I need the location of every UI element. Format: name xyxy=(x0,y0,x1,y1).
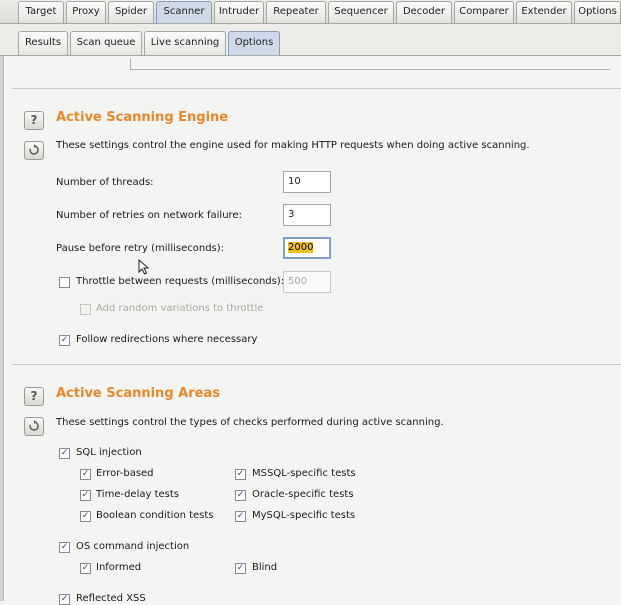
subtab-live-scanning[interactable]: Live scanning xyxy=(144,31,226,55)
engine-help-icon[interactable]: ? xyxy=(24,111,44,130)
threads-label: Number of threads: xyxy=(56,177,154,188)
engine-restore-defaults-icon[interactable] xyxy=(24,141,44,160)
tab-extender[interactable]: Extender xyxy=(516,1,572,23)
tab-intruder[interactable]: Intruder xyxy=(214,1,264,23)
areas-section-title: Active Scanning Areas xyxy=(56,386,220,401)
error-based-checkbox[interactable]: ✓ xyxy=(80,469,91,480)
tab-scanner[interactable]: Scanner xyxy=(156,1,212,23)
areas-description: These settings control the types of chec… xyxy=(56,417,444,428)
tab-sequencer[interactable]: Sequencer xyxy=(328,1,394,23)
boolean-condition-label: Boolean condition tests xyxy=(96,510,214,521)
oracle-label: Oracle-specific tests xyxy=(252,489,354,500)
retries-input[interactable]: 3 xyxy=(283,204,331,226)
engine-section-title: Active Scanning Engine xyxy=(56,110,229,125)
subtab-options[interactable]: Options xyxy=(228,31,280,55)
follow-redirections-checkbox[interactable]: ✓ xyxy=(59,335,70,346)
tab-target[interactable]: Target xyxy=(18,1,64,23)
previous-section-edge xyxy=(130,58,610,70)
mysql-label: MySQL-specific tests xyxy=(252,510,356,521)
time-delay-label: Time-delay tests xyxy=(96,489,179,500)
subtab-results[interactable]: Results xyxy=(18,31,68,55)
boolean-condition-checkbox[interactable]: ✓ xyxy=(80,511,91,522)
mssql-label: MSSQL-specific tests xyxy=(252,468,356,479)
blind-checkbox[interactable]: ✓ xyxy=(235,563,246,574)
window-edge xyxy=(0,56,4,601)
os-command-label: OS command injection xyxy=(76,541,190,552)
reflected-xss-label: Reflected XSS xyxy=(76,593,146,604)
mssql-checkbox[interactable]: ✓ xyxy=(235,469,246,480)
os-command-checkbox[interactable]: ✓ xyxy=(59,542,70,553)
time-delay-checkbox[interactable]: ✓ xyxy=(80,490,91,501)
section-divider xyxy=(12,88,621,89)
pause-input[interactable]: 2000 xyxy=(283,237,331,259)
main-tab-bar: Target Proxy Spider Scanner Intruder Rep… xyxy=(0,0,621,24)
random-variations-label: Add random variations to throttle xyxy=(96,303,264,314)
section-divider xyxy=(12,364,621,365)
sql-injection-label: SQL injection xyxy=(76,447,142,458)
scanner-sub-tab-bar: Results Scan queue Live scanning Options xyxy=(0,24,621,56)
error-based-label: Error-based xyxy=(96,468,154,479)
random-variations-checkbox[interactable] xyxy=(80,304,91,315)
tab-options[interactable]: Options xyxy=(574,1,621,23)
sql-injection-checkbox[interactable]: ✓ xyxy=(59,448,70,459)
pause-label: Pause before retry (milliseconds): xyxy=(56,243,225,254)
throttle-label: Throttle between requests (milliseconds)… xyxy=(76,276,285,287)
tab-repeater[interactable]: Repeater xyxy=(266,1,326,23)
threads-input[interactable]: 10 xyxy=(283,171,331,193)
subtab-scan-queue[interactable]: Scan queue xyxy=(70,31,142,55)
reflected-xss-checkbox[interactable]: ✓ xyxy=(59,594,70,605)
tab-decoder[interactable]: Decoder xyxy=(396,1,452,23)
blind-label: Blind xyxy=(252,562,278,573)
throttle-input[interactable]: 500 xyxy=(283,271,331,293)
pause-input-text: 000 xyxy=(294,242,314,253)
tab-proxy[interactable]: Proxy xyxy=(66,1,106,23)
oracle-checkbox[interactable]: ✓ xyxy=(235,490,246,501)
tab-comparer[interactable]: Comparer xyxy=(454,1,514,23)
informed-label: Informed xyxy=(96,562,142,573)
follow-redirections-label: Follow redirections where necessary xyxy=(76,334,258,345)
tab-spider[interactable]: Spider xyxy=(108,1,154,23)
engine-description: These settings control the engine used f… xyxy=(56,140,530,151)
informed-checkbox[interactable]: ✓ xyxy=(80,563,91,574)
throttle-checkbox[interactable] xyxy=(59,277,70,288)
areas-restore-defaults-icon[interactable] xyxy=(24,417,44,436)
areas-help-icon[interactable]: ? xyxy=(24,387,44,406)
mysql-checkbox[interactable]: ✓ xyxy=(235,511,246,522)
retries-label: Number of retries on network failure: xyxy=(56,210,242,221)
